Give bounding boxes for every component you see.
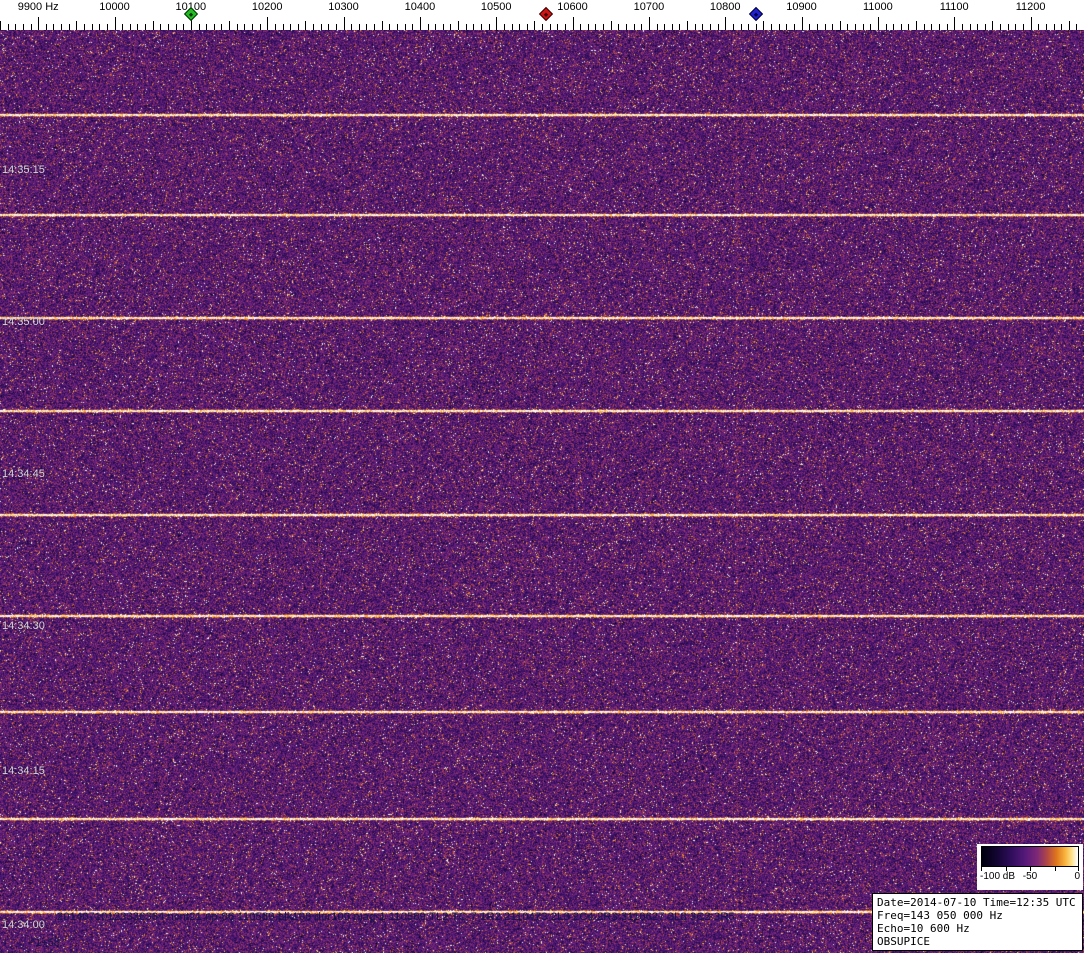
freq-tick: [343, 17, 345, 30]
time-label: 14:34:15: [2, 765, 45, 777]
freq-tick: [763, 21, 765, 30]
freq-tick: [954, 17, 956, 30]
spectrogram-canvas[interactable]: [0, 30, 1084, 953]
info-box-line: Echo=10 600 Hz: [877, 922, 970, 935]
freq-label: 9900 Hz: [17, 1, 59, 13]
time-label: 14:35:15: [2, 164, 45, 176]
legend-labels: -100 dB -50 0: [980, 871, 1080, 884]
time-label: 14:35:00: [2, 316, 45, 328]
freq-label: 10700: [633, 1, 665, 13]
time-label: 14:34:45: [2, 468, 45, 480]
freq-tick: [572, 17, 574, 30]
freq-tick: [1030, 17, 1032, 30]
cursor-status-text: ^1+58: [30, 937, 60, 949]
freq-tick: [877, 17, 879, 30]
freq-tick: [725, 17, 727, 30]
db-gradient-canvas: [982, 847, 1078, 866]
blue-marker-dot: [753, 11, 758, 17]
db-scale-legend: -100 dB -50 0: [977, 844, 1083, 890]
spectrogram-area: 14:35:15 14:35:00 14:34:45 14:34:30 14:34:15…: [0, 30, 1084, 953]
freq-label: 10400: [404, 1, 436, 13]
freq-tick: [76, 21, 78, 30]
freq-label: 10900: [786, 1, 817, 13]
freq-tick: [648, 17, 650, 30]
freq-tick: [496, 17, 498, 30]
time-label: 14:34:00: [2, 919, 45, 931]
freq-label: 11200: [1015, 1, 1046, 13]
legend-label-mid: -50: [1022, 871, 1038, 882]
info-box-line: Freq=143 050 000 Hz: [877, 909, 1003, 922]
freq-tick: [152, 21, 154, 30]
red-marker-dot: [543, 11, 548, 17]
freq-tick: [534, 21, 536, 30]
freq-label: 10500: [480, 1, 512, 13]
freq-tick: [687, 21, 688, 30]
info-box-line: OBSUPICE: [877, 935, 930, 948]
legend-label-max: 0: [1074, 871, 1080, 882]
freq-tick: [381, 21, 383, 30]
legend-label-min: -100 dB: [980, 871, 1016, 882]
freq-tick: [916, 21, 918, 30]
freq-tick: [458, 21, 459, 30]
freq-tick: [229, 21, 230, 30]
freq-label: 10800: [709, 1, 741, 13]
info-box-line: Date=2014-07-10 Time=12:35 UTC: [877, 896, 1076, 909]
freq-tick: [419, 17, 421, 30]
freq-label: 10300: [328, 1, 359, 13]
freq-tick: [610, 21, 612, 30]
freq-tick: [305, 21, 307, 30]
freq-tick: [267, 17, 269, 30]
freq-label: 11000: [863, 1, 893, 13]
blue-marker-diamond[interactable]: [748, 6, 763, 22]
freq-tick: [38, 17, 40, 30]
detection-info-text: 20140710123336364 ncnt21 np-86 110589 bl…: [57, 911, 735, 923]
freq-label: 10200: [251, 1, 283, 13]
db-gradient-bar: [981, 846, 1079, 867]
freq-tick: [839, 21, 841, 30]
frequency-ruler[interactable]: 9900 Hz100001010010200103001040010500106…: [0, 0, 1084, 30]
freq-tick: [114, 17, 116, 30]
freq-label: 11100: [939, 1, 969, 13]
time-label: 14:34:30: [2, 620, 45, 632]
freq-tick: [801, 17, 803, 30]
red-marker-diamond[interactable]: [538, 6, 553, 22]
freq-label: 10000: [99, 1, 130, 13]
freq-tick: [1068, 21, 1070, 30]
observation-info-box: Date=2014-07-10 Time=12:35 UTC Freq=143 0…: [872, 893, 1083, 951]
freq-tick: [0, 21, 1, 30]
spectrogram-app: 9900 Hz100001010010200103001040010500106…: [0, 0, 1084, 953]
freq-label: 10600: [557, 1, 588, 13]
green-marker-dot: [188, 11, 193, 17]
freq-tick: [992, 21, 994, 30]
